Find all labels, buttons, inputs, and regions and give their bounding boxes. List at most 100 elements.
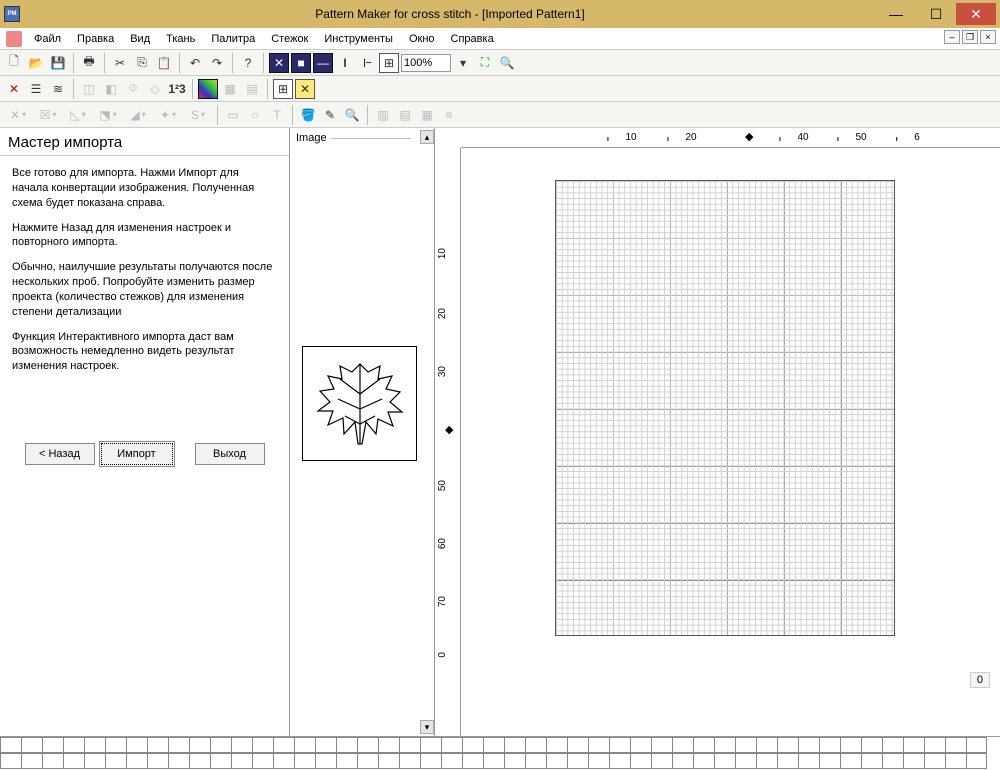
palette-cell[interactable] (294, 737, 315, 753)
palette-cell[interactable] (651, 753, 672, 769)
palette-cell[interactable] (945, 737, 966, 753)
palette-cell[interactable] (504, 753, 525, 769)
palette-cell[interactable] (126, 753, 147, 769)
palette-cell[interactable] (189, 737, 210, 753)
open-icon[interactable]: 📂 (26, 53, 46, 73)
palette-cell[interactable] (231, 737, 252, 753)
close-button[interactable]: ✕ (956, 3, 996, 25)
palette-cell[interactable] (357, 737, 378, 753)
palette-cell[interactable] (462, 737, 483, 753)
palette-cell[interactable] (756, 753, 777, 769)
palette-cell[interactable] (630, 753, 651, 769)
menu-palette[interactable]: Палитра (203, 31, 263, 47)
palette-cell[interactable] (336, 737, 357, 753)
palette-cell[interactable] (21, 737, 42, 753)
palette-cell[interactable] (273, 737, 294, 753)
palette-cell[interactable] (525, 737, 546, 753)
menu-window[interactable]: Окно (401, 31, 443, 47)
palette-cell[interactable] (462, 753, 483, 769)
paste-icon[interactable]: 📋 (154, 53, 174, 73)
panel-3-icon[interactable]: ▦ (417, 105, 437, 125)
palette-cell[interactable] (840, 737, 861, 753)
save-icon[interactable]: 💾 (48, 53, 68, 73)
new-icon[interactable]: 🗋 (4, 53, 24, 73)
palette-cell[interactable] (504, 737, 525, 753)
cut-icon[interactable]: ✂ (110, 53, 130, 73)
palette-cell[interactable] (945, 753, 966, 769)
palette-cell[interactable] (798, 737, 819, 753)
palette-cell[interactable] (105, 737, 126, 753)
menu-file[interactable]: Файл (26, 31, 69, 47)
palette-cell[interactable] (903, 737, 924, 753)
palette-cell[interactable] (735, 753, 756, 769)
palette-cell[interactable] (231, 753, 252, 769)
palette-cell[interactable] (147, 753, 168, 769)
layers-icon[interactable]: ☰ (26, 79, 46, 99)
menu-edit[interactable]: Правка (69, 31, 122, 47)
palette-cell[interactable] (651, 737, 672, 753)
palette-cell[interactable] (777, 753, 798, 769)
palette-cell[interactable] (315, 737, 336, 753)
palette-cell[interactable] (672, 737, 693, 753)
palette-cell[interactable] (777, 737, 798, 753)
palette-cell[interactable] (609, 753, 630, 769)
palette-cell[interactable] (819, 753, 840, 769)
stitch-4-icon[interactable]: ⬔ (94, 105, 122, 125)
stitch-6-icon[interactable]: ✦ (154, 105, 182, 125)
palette-cell[interactable] (168, 737, 189, 753)
help-icon[interactable]: ? (238, 53, 258, 73)
zoom-dropdown-icon[interactable]: ▾ (453, 53, 473, 73)
palette-cell[interactable] (252, 737, 273, 753)
redo-icon[interactable]: ↷ (207, 53, 227, 73)
palette-cell[interactable] (441, 753, 462, 769)
stitch-3-icon[interactable]: ◺ (64, 105, 92, 125)
mdi-minimize-button[interactable]: – (944, 30, 960, 44)
palette-cell[interactable] (420, 737, 441, 753)
palette-cell[interactable] (546, 753, 567, 769)
palette-cell[interactable] (399, 737, 420, 753)
colors-icon[interactable] (198, 79, 218, 99)
palette-cell[interactable] (0, 737, 21, 753)
tool-e-icon[interactable]: ▦ (220, 79, 240, 99)
scroll-down-icon[interactable]: ▾ (420, 720, 434, 734)
panel-4-icon[interactable]: ≡ (439, 105, 459, 125)
menu-tools[interactable]: Инструменты (316, 31, 401, 47)
back-button[interactable]: < Назад (25, 443, 95, 465)
zoom-tool-icon[interactable]: 🔍 (497, 53, 517, 73)
palette-cell[interactable] (378, 753, 399, 769)
menu-fabric[interactable]: Ткань (158, 31, 203, 47)
palette-cell[interactable] (798, 753, 819, 769)
stitch-s-icon[interactable]: S (184, 105, 212, 125)
palette-cell[interactable] (546, 737, 567, 753)
tool-c-icon[interactable]: ⟐ (123, 79, 143, 99)
palette-cell[interactable] (420, 753, 441, 769)
undo-icon[interactable]: ↶ (185, 53, 205, 73)
palette-cell[interactable] (84, 753, 105, 769)
scroll-up-icon[interactable]: ▴ (420, 130, 434, 144)
palette-cell[interactable] (357, 753, 378, 769)
grid-icon[interactable]: ⊞ (379, 53, 399, 73)
palette-cell[interactable] (168, 753, 189, 769)
palette-cell[interactable] (924, 737, 945, 753)
palette-cell[interactable] (189, 753, 210, 769)
palette-cell[interactable] (273, 753, 294, 769)
palette-cell[interactable] (630, 737, 651, 753)
palette-cell[interactable] (882, 737, 903, 753)
no-grid-icon[interactable]: ✕ (295, 79, 315, 99)
palette-cell[interactable] (567, 753, 588, 769)
minimize-button[interactable]: — (876, 3, 916, 25)
palette-cell[interactable] (903, 753, 924, 769)
canvas-area[interactable]: 10 20 ◆ 40 50 6 10 20 30 ◆ 50 60 70 0 (435, 128, 1000, 736)
delete-icon[interactable]: ✕ (4, 79, 24, 99)
palette-cell[interactable] (588, 753, 609, 769)
arrow-right-icon[interactable]: ≋ (48, 79, 68, 99)
stitch-5-icon[interactable]: ◢ (124, 105, 152, 125)
palette-cell[interactable] (42, 737, 63, 753)
copy-icon[interactable]: ⎘ (132, 53, 152, 73)
sort-icon[interactable]: 1²3 (167, 79, 187, 99)
palette-cell[interactable] (735, 737, 756, 753)
menu-help[interactable]: Справка (443, 31, 502, 47)
fill-icon[interactable]: 🪣 (298, 105, 318, 125)
palette-cell[interactable] (378, 737, 399, 753)
import-button[interactable]: Импорт (101, 443, 173, 465)
